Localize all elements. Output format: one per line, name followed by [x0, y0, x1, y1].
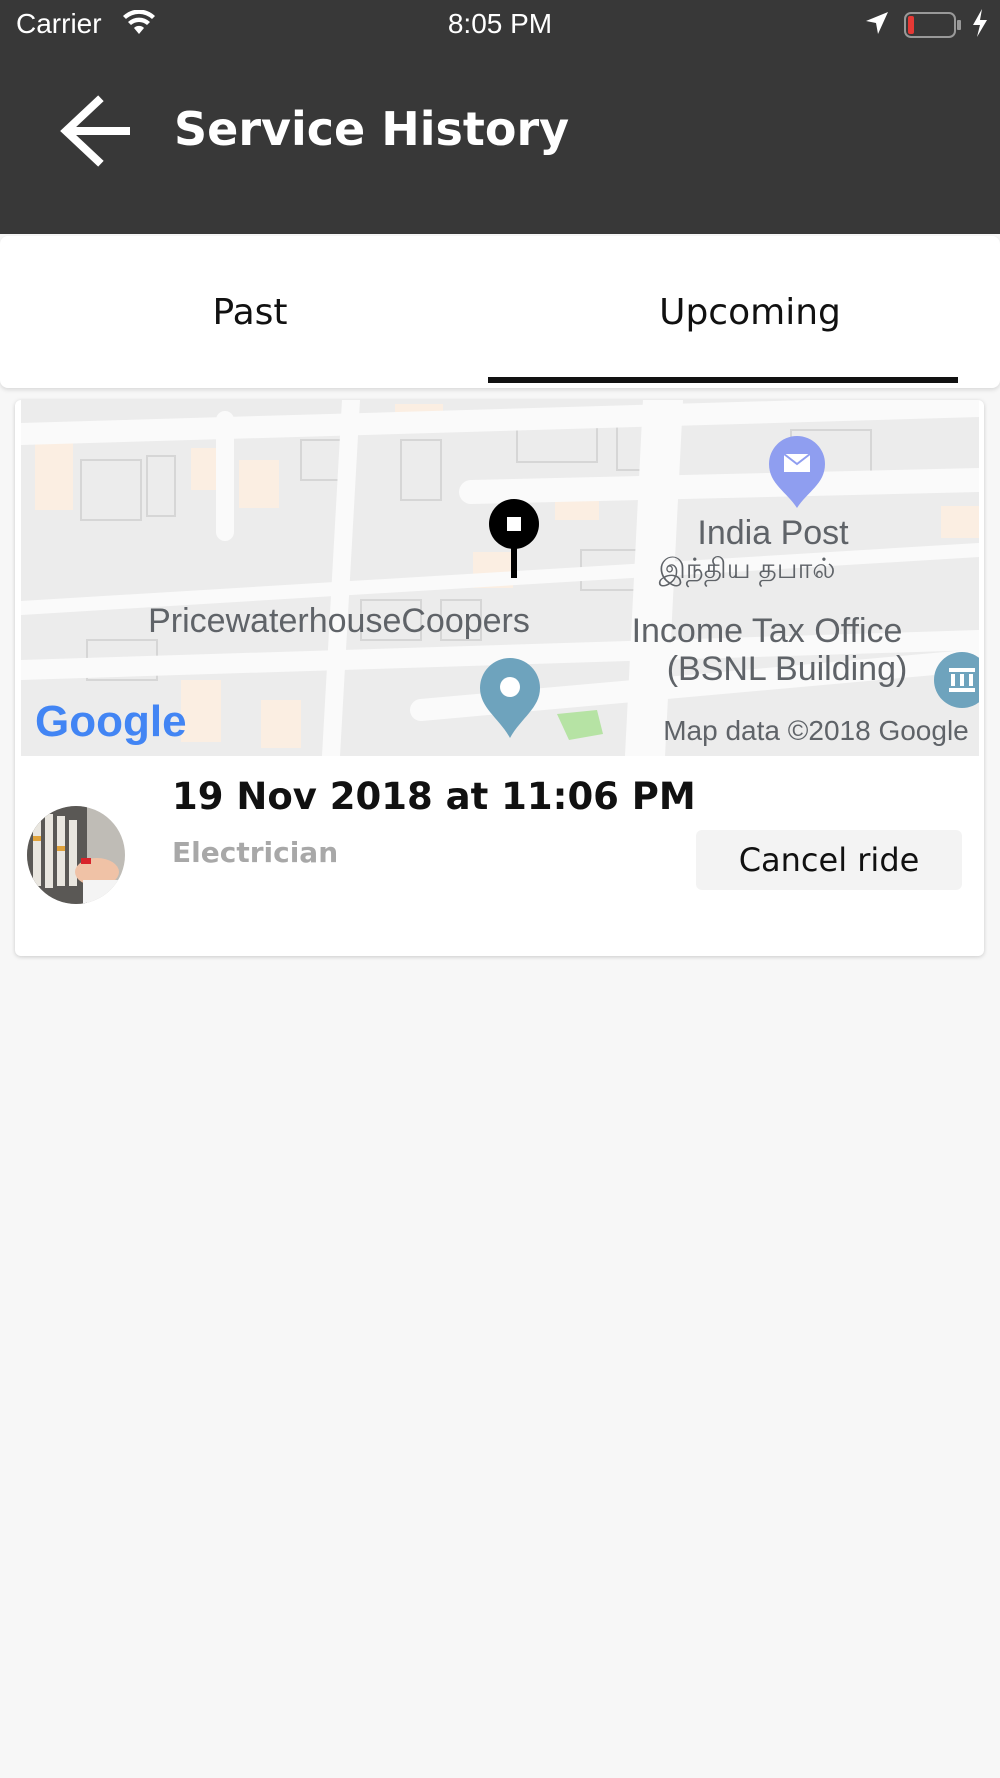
tab-past[interactable]: Past [0, 236, 500, 388]
cancel-ride-button[interactable]: Cancel ride [696, 830, 962, 890]
google-logo: Google [35, 697, 187, 746]
ride-map[interactable]: India Post இந்திய தபால் PricewaterhouseC… [21, 400, 979, 756]
location-arrow-icon [864, 10, 890, 40]
ride-card[interactable]: India Post இந்திய தபால் PricewaterhouseC… [15, 400, 984, 956]
battery-icon [904, 12, 962, 42]
tab-bar: Past Upcoming [0, 236, 1000, 388]
map-label-income-tax-1: Income Tax Office [632, 612, 903, 650]
page-title: Service History [174, 102, 570, 156]
back-button[interactable] [58, 95, 134, 167]
empty-list-area [0, 968, 1000, 1778]
electrician-avatar [27, 806, 125, 904]
map-attribution: Map data ©2018 Google [663, 715, 969, 746]
map-label-india-post-tamil: இந்திய தபால் [659, 553, 836, 587]
charging-icon [970, 8, 990, 42]
clock: 8:05 PM [447, 8, 553, 39]
service-type: Electrician [172, 836, 339, 869]
status-bar: Carrier 8:05 PM [0, 0, 1000, 50]
map-label-pwc: PricewaterhouseCoopers [148, 602, 530, 640]
tab-selected-indicator [488, 377, 958, 383]
map-label-india-post: India Post [697, 514, 849, 552]
tab-upcoming[interactable]: Upcoming [500, 236, 1000, 388]
app-header: Carrier 8:05 PM Service History [0, 0, 1000, 234]
map-label-income-tax-2: (BSNL Building) [667, 650, 908, 688]
ride-date: 19 Nov 2018 at 11:06 PM [172, 775, 696, 818]
back-arrow-icon [58, 95, 134, 171]
